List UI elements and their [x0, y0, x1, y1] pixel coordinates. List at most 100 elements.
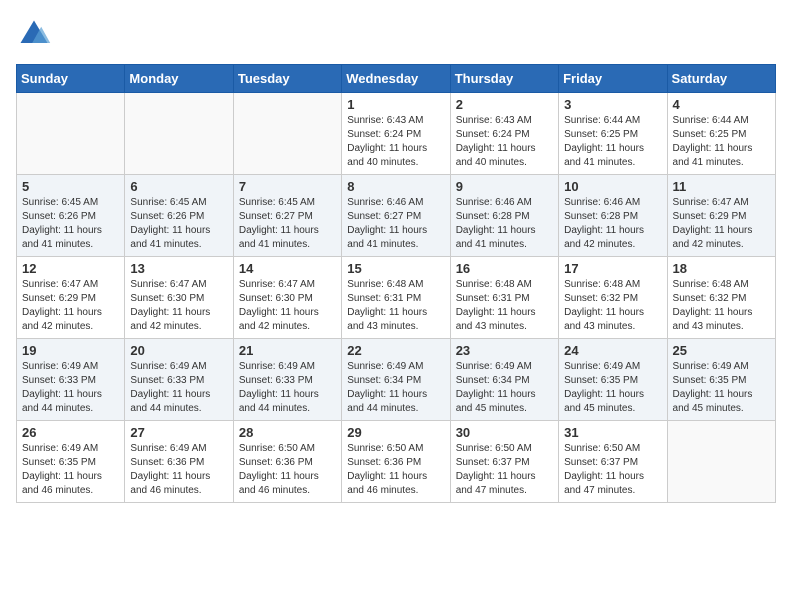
day-info: Sunrise: 6:49 AMSunset: 6:34 PMDaylight:… [456, 360, 553, 416]
day-header-tuesday: Tuesday [233, 65, 341, 93]
calendar-cell: 2 Sunrise: 6:43 AMSunset: 6:24 PMDaylight… [450, 93, 558, 175]
calendar-cell: 4 Sunrise: 6:44 AMSunset: 6:25 PMDaylight… [667, 93, 775, 175]
day-info: Sunrise: 6:49 AMSunset: 6:36 PMDaylight:… [130, 442, 227, 498]
calendar-cell [233, 93, 341, 175]
day-number: 10 [564, 179, 661, 194]
day-number: 3 [564, 97, 661, 112]
logo [16, 16, 56, 52]
calendar-cell: 8 Sunrise: 6:46 AMSunset: 6:27 PMDaylight… [342, 175, 450, 257]
calendar-cell: 3 Sunrise: 6:44 AMSunset: 6:25 PMDaylight… [559, 93, 667, 175]
calendar-cell: 24 Sunrise: 6:49 AMSunset: 6:35 PMDayligh… [559, 339, 667, 421]
calendar-cell: 20 Sunrise: 6:49 AMSunset: 6:33 PMDayligh… [125, 339, 233, 421]
day-number: 23 [456, 343, 553, 358]
day-number: 20 [130, 343, 227, 358]
day-number: 6 [130, 179, 227, 194]
calendar-cell: 21 Sunrise: 6:49 AMSunset: 6:33 PMDayligh… [233, 339, 341, 421]
day-number: 26 [22, 425, 119, 440]
day-info: Sunrise: 6:47 AMSunset: 6:29 PMDaylight:… [22, 278, 119, 334]
day-number: 13 [130, 261, 227, 276]
day-info: Sunrise: 6:50 AMSunset: 6:37 PMDaylight:… [564, 442, 661, 498]
calendar-cell: 14 Sunrise: 6:47 AMSunset: 6:30 PMDayligh… [233, 257, 341, 339]
day-header-wednesday: Wednesday [342, 65, 450, 93]
day-number: 4 [673, 97, 770, 112]
day-info: Sunrise: 6:47 AMSunset: 6:30 PMDaylight:… [239, 278, 336, 334]
calendar-cell: 27 Sunrise: 6:49 AMSunset: 6:36 PMDayligh… [125, 421, 233, 503]
day-number: 29 [347, 425, 444, 440]
day-info: Sunrise: 6:49 AMSunset: 6:35 PMDaylight:… [564, 360, 661, 416]
calendar-cell [17, 93, 125, 175]
calendar-week-5: 26 Sunrise: 6:49 AMSunset: 6:35 PMDayligh… [17, 421, 776, 503]
page-header [16, 16, 776, 52]
logo-icon [16, 16, 52, 52]
day-info: Sunrise: 6:49 AMSunset: 6:33 PMDaylight:… [130, 360, 227, 416]
day-number: 15 [347, 261, 444, 276]
day-number: 30 [456, 425, 553, 440]
day-info: Sunrise: 6:48 AMSunset: 6:32 PMDaylight:… [673, 278, 770, 334]
day-info: Sunrise: 6:46 AMSunset: 6:27 PMDaylight:… [347, 196, 444, 252]
day-number: 12 [22, 261, 119, 276]
day-number: 5 [22, 179, 119, 194]
day-info: Sunrise: 6:49 AMSunset: 6:35 PMDaylight:… [673, 360, 770, 416]
day-info: Sunrise: 6:44 AMSunset: 6:25 PMDaylight:… [673, 114, 770, 170]
day-header-saturday: Saturday [667, 65, 775, 93]
calendar-cell: 23 Sunrise: 6:49 AMSunset: 6:34 PMDayligh… [450, 339, 558, 421]
calendar-cell: 1 Sunrise: 6:43 AMSunset: 6:24 PMDaylight… [342, 93, 450, 175]
day-info: Sunrise: 6:49 AMSunset: 6:33 PMDaylight:… [22, 360, 119, 416]
day-info: Sunrise: 6:50 AMSunset: 6:36 PMDaylight:… [239, 442, 336, 498]
day-number: 19 [22, 343, 119, 358]
day-info: Sunrise: 6:49 AMSunset: 6:33 PMDaylight:… [239, 360, 336, 416]
day-info: Sunrise: 6:48 AMSunset: 6:32 PMDaylight:… [564, 278, 661, 334]
calendar-week-1: 1 Sunrise: 6:43 AMSunset: 6:24 PMDaylight… [17, 93, 776, 175]
day-number: 2 [456, 97, 553, 112]
day-info: Sunrise: 6:45 AMSunset: 6:26 PMDaylight:… [22, 196, 119, 252]
day-number: 16 [456, 261, 553, 276]
calendar-cell: 29 Sunrise: 6:50 AMSunset: 6:36 PMDayligh… [342, 421, 450, 503]
calendar-cell: 10 Sunrise: 6:46 AMSunset: 6:28 PMDayligh… [559, 175, 667, 257]
calendar-cell: 11Sunrise: 6:47 AMSunset: 6:29 PMDayligh… [667, 175, 775, 257]
day-info: Sunrise: 6:47 AMSunset: 6:29 PMDaylight:… [673, 196, 770, 252]
calendar-cell: 7Sunrise: 6:45 AMSunset: 6:27 PMDaylight… [233, 175, 341, 257]
calendar-week-4: 19 Sunrise: 6:49 AMSunset: 6:33 PMDayligh… [17, 339, 776, 421]
day-number: 17 [564, 261, 661, 276]
calendar-week-3: 12 Sunrise: 6:47 AMSunset: 6:29 PMDayligh… [17, 257, 776, 339]
calendar-cell: 22 Sunrise: 6:49 AMSunset: 6:34 PMDayligh… [342, 339, 450, 421]
day-number: 31 [564, 425, 661, 440]
calendar-cell [667, 421, 775, 503]
day-info: Sunrise: 6:46 AMSunset: 6:28 PMDaylight:… [564, 196, 661, 252]
day-info: Sunrise: 6:49 AMSunset: 6:35 PMDaylight:… [22, 442, 119, 498]
day-number: 25 [673, 343, 770, 358]
day-number: 14 [239, 261, 336, 276]
calendar-cell: 12 Sunrise: 6:47 AMSunset: 6:29 PMDayligh… [17, 257, 125, 339]
day-number: 1 [347, 97, 444, 112]
day-header-friday: Friday [559, 65, 667, 93]
day-number: 22 [347, 343, 444, 358]
day-info: Sunrise: 6:48 AMSunset: 6:31 PMDaylight:… [456, 278, 553, 334]
calendar-cell: 25 Sunrise: 6:49 AMSunset: 6:35 PMDayligh… [667, 339, 775, 421]
day-info: Sunrise: 6:45 AMSunset: 6:26 PMDaylight:… [130, 196, 227, 252]
calendar-cell: 5 Sunrise: 6:45 AMSunset: 6:26 PMDaylight… [17, 175, 125, 257]
day-info: Sunrise: 6:44 AMSunset: 6:25 PMDaylight:… [564, 114, 661, 170]
calendar-cell: 6 Sunrise: 6:45 AMSunset: 6:26 PMDaylight… [125, 175, 233, 257]
calendar-cell: 26 Sunrise: 6:49 AMSunset: 6:35 PMDayligh… [17, 421, 125, 503]
calendar-cell: 19 Sunrise: 6:49 AMSunset: 6:33 PMDayligh… [17, 339, 125, 421]
calendar-cell [125, 93, 233, 175]
day-info: Sunrise: 6:50 AMSunset: 6:36 PMDaylight:… [347, 442, 444, 498]
calendar-cell: 9Sunrise: 6:46 AMSunset: 6:28 PMDaylight… [450, 175, 558, 257]
day-header-thursday: Thursday [450, 65, 558, 93]
calendar-cell: 15Sunrise: 6:48 AMSunset: 6:31 PMDayligh… [342, 257, 450, 339]
day-number: 18 [673, 261, 770, 276]
calendar-table: SundayMondayTuesdayWednesdayThursdayFrid… [16, 64, 776, 503]
day-number: 27 [130, 425, 227, 440]
day-info: Sunrise: 6:49 AMSunset: 6:34 PMDaylight:… [347, 360, 444, 416]
calendar-header-row: SundayMondayTuesdayWednesdayThursdayFrid… [17, 65, 776, 93]
day-number: 21 [239, 343, 336, 358]
day-number: 28 [239, 425, 336, 440]
day-number: 9 [456, 179, 553, 194]
calendar-cell: 30Sunrise: 6:50 AMSunset: 6:37 PMDayligh… [450, 421, 558, 503]
day-info: Sunrise: 6:43 AMSunset: 6:24 PMDaylight:… [347, 114, 444, 170]
day-number: 8 [347, 179, 444, 194]
day-number: 24 [564, 343, 661, 358]
day-header-monday: Monday [125, 65, 233, 93]
day-info: Sunrise: 6:43 AMSunset: 6:24 PMDaylight:… [456, 114, 553, 170]
day-header-sunday: Sunday [17, 65, 125, 93]
